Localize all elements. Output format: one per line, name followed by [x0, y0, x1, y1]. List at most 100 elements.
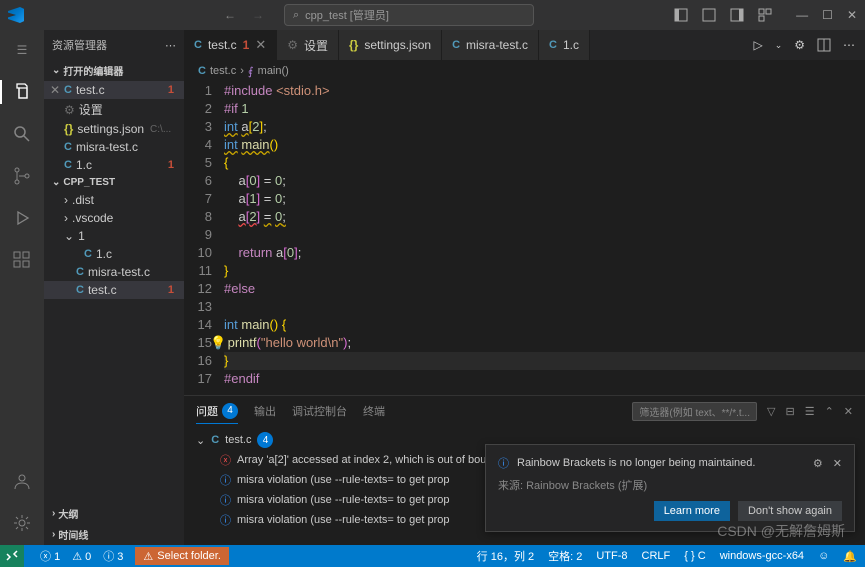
info-icon: ⓘ: [220, 472, 231, 488]
workspace-section[interactable]: ⌄ CPP_TEST: [44, 174, 184, 191]
tab-output[interactable]: 输出: [254, 399, 276, 423]
open-editor-item[interactable]: ✕Ctest.c1: [44, 81, 184, 99]
gear-icon[interactable]: ⚙: [794, 38, 805, 52]
chevron-down-icon: ⌄: [196, 434, 205, 447]
tab-terminal[interactable]: 终端: [363, 399, 385, 423]
bell-icon[interactable]: 🔔: [843, 550, 857, 563]
notification-source: 来源: Rainbow Brackets (扩展): [498, 477, 842, 493]
layout-bottom-icon[interactable]: [702, 8, 716, 22]
minimize-icon[interactable]: —: [796, 8, 808, 22]
breadcrumb[interactable]: C test.c › ⨐ main(): [184, 60, 865, 82]
function-icon: ⨐: [248, 65, 254, 78]
remote-indicator[interactable]: [0, 545, 24, 567]
error-icon: ⓧ: [220, 452, 231, 468]
problem-message: Array 'a[2]' accessed at index 2, which …: [237, 454, 507, 466]
info-icon: ⓘ: [220, 512, 231, 528]
status-errors[interactable]: ⓧ 1: [40, 548, 60, 564]
outline-section[interactable]: › 大纲: [44, 503, 184, 524]
source-control-icon[interactable]: [10, 164, 34, 188]
c-file-icon: C: [64, 159, 72, 171]
search-placeholder: cpp_test [管理员]: [305, 7, 389, 23]
gear-icon[interactable]: ⚙: [813, 457, 823, 470]
collapse-icon[interactable]: ⊟: [785, 405, 794, 418]
status-cursor[interactable]: 行 16，列 2: [477, 548, 534, 564]
file-label: test.c: [88, 283, 117, 297]
command-center[interactable]: ⌕ cpp_test [管理员]: [284, 4, 534, 26]
sidebar: 资源管理器 ⋯ ⌄ 打开的编辑器 ✕ Ctest.c1 ⚙设置{}settings.…: [44, 30, 184, 545]
maximize-panel-icon[interactable]: ⌃: [825, 405, 834, 418]
debug-icon[interactable]: [10, 206, 34, 230]
account-icon[interactable]: [10, 469, 34, 493]
open-editor-item[interactable]: C1.c1: [44, 156, 184, 174]
more-icon[interactable]: ⋯: [165, 39, 176, 52]
search-icon: ⌕: [293, 9, 299, 22]
status-encoding[interactable]: UTF-8: [596, 550, 627, 562]
forward-icon[interactable]: →: [252, 8, 264, 22]
c-file-icon: C: [194, 39, 202, 51]
feedback-icon[interactable]: ☺: [818, 550, 829, 562]
run-icon[interactable]: ▷: [753, 38, 762, 52]
learn-more-button[interactable]: Learn more: [654, 501, 730, 521]
explorer-icon[interactable]: [0, 80, 44, 104]
layout-left-icon[interactable]: [674, 8, 688, 22]
open-editors-section[interactable]: ⌄ 打开的编辑器: [44, 60, 184, 81]
file-label: settings.json: [77, 122, 144, 136]
editor-tab[interactable]: ⚙设置: [277, 30, 339, 60]
close-panel-icon[interactable]: ✕: [844, 405, 853, 418]
status-warnings[interactable]: ⚠ 0: [72, 550, 91, 563]
lightbulb-icon[interactable]: 💡: [210, 334, 226, 352]
status-spaces[interactable]: 空格: 2: [548, 548, 582, 564]
view-mode-icon[interactable]: ☰: [805, 405, 815, 418]
tree-item[interactable]: ⌄1: [44, 227, 184, 245]
dont-show-button[interactable]: Don't show again: [738, 501, 842, 521]
tree-item[interactable]: Cmisra-test.c: [44, 263, 184, 281]
editor-tab[interactable]: {}settings.json: [339, 30, 442, 60]
tab-debug-console[interactable]: 调试控制台: [292, 399, 347, 423]
settings-gear-icon[interactable]: [10, 511, 34, 535]
layout-custom-icon[interactable]: [758, 8, 772, 22]
editor-tab[interactable]: C1.c: [539, 30, 590, 60]
titlebar: ← → ⌕ cpp_test [管理员] — ☐ ✕: [0, 0, 865, 30]
layout-right-icon[interactable]: [730, 8, 744, 22]
run-dropdown-icon[interactable]: ⌄: [775, 40, 783, 51]
close-icon[interactable]: ✕: [255, 37, 266, 53]
search-activity-icon[interactable]: [10, 122, 34, 146]
sidebar-header: 资源管理器 ⋯: [44, 30, 184, 60]
tree-item[interactable]: ›.vscode: [44, 209, 184, 227]
close-icon[interactable]: ✕: [50, 83, 60, 97]
info-icon: ⓘ: [220, 492, 231, 508]
tree-item[interactable]: C1.c: [44, 245, 184, 263]
status-eol[interactable]: CRLF: [642, 550, 671, 562]
close-icon[interactable]: ✕: [847, 8, 857, 22]
split-editor-icon[interactable]: [817, 38, 831, 52]
filter-input[interactable]: 筛选器(例如 text、**/*.t...: [632, 402, 757, 421]
tab-problems[interactable]: 问题 4: [196, 399, 238, 424]
more-icon[interactable]: ⋯: [843, 38, 855, 52]
open-editor-item[interactable]: Cmisra-test.c: [44, 138, 184, 156]
tree-item[interactable]: Ctest.c1: [44, 281, 184, 299]
tree-item[interactable]: ›.dist: [44, 191, 184, 209]
editor-tab[interactable]: Ctest.c1✕: [184, 30, 277, 60]
extensions-icon[interactable]: [10, 248, 34, 272]
status-infos[interactable]: ⓘ 3: [103, 548, 123, 564]
maximize-icon[interactable]: ☐: [822, 8, 833, 22]
activity-bar: ☰: [0, 30, 44, 545]
status-compiler[interactable]: windows-gcc-x64: [720, 550, 804, 562]
status-lang[interactable]: { } C: [684, 550, 705, 562]
editor-tab[interactable]: Cmisra-test.c: [442, 30, 539, 60]
tab-label: misra-test.c: [466, 38, 528, 52]
code-editor[interactable]: 1234567891011121314151617 #include <stdi…: [184, 82, 865, 395]
tab-label: test.c: [208, 38, 237, 52]
menu-icon[interactable]: ☰: [10, 38, 34, 62]
open-editor-item[interactable]: {}settings.jsonC:\...: [44, 120, 184, 138]
back-icon[interactable]: ←: [224, 8, 236, 22]
close-icon[interactable]: ✕: [833, 457, 842, 470]
select-folder-warning[interactable]: ⚠ Select folder.: [135, 547, 228, 565]
c-file-icon: C: [64, 141, 72, 153]
timeline-section[interactable]: › 时间线: [44, 524, 184, 545]
open-editor-item[interactable]: ⚙设置: [44, 99, 184, 120]
filter-icon[interactable]: ▽: [767, 405, 775, 418]
vscode-logo-icon: [8, 7, 24, 23]
c-file-icon: C: [64, 84, 72, 96]
nav-arrows: ← →: [224, 8, 264, 22]
